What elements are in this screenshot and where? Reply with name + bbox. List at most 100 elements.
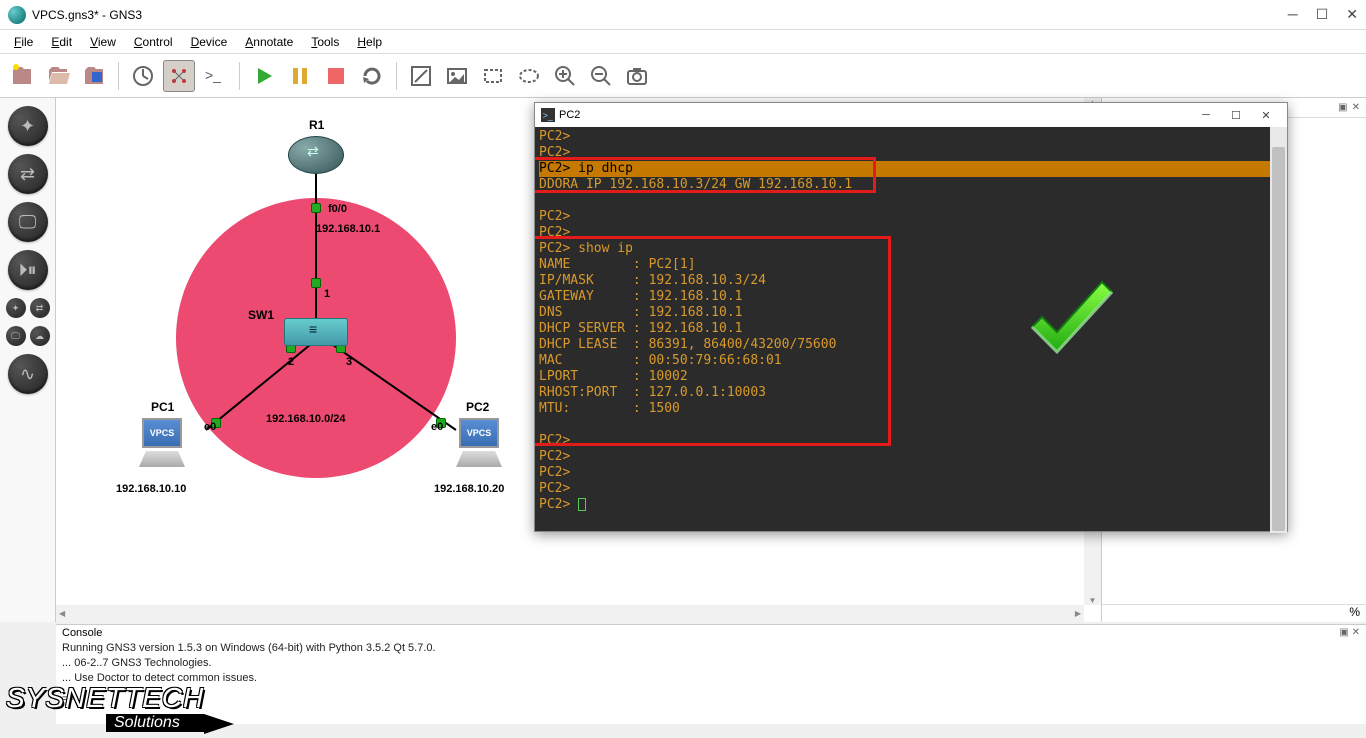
menu-file[interactable]: File bbox=[6, 33, 41, 51]
panel-close-icon[interactable]: ✕ bbox=[1352, 102, 1360, 113]
menu-device[interactable]: Device bbox=[183, 33, 236, 51]
terminal-close-button[interactable]: ✕ bbox=[1251, 109, 1281, 122]
start-all-icon[interactable] bbox=[248, 60, 280, 92]
checkmark-icon bbox=[1017, 277, 1127, 367]
close-button[interactable]: ✕ bbox=[1346, 6, 1358, 23]
terminal-window[interactable]: >_ PC2 ─ ☐ ✕ PC2> PC2> PC2> ip dhcp DDOR… bbox=[534, 102, 1288, 532]
terminal-line: DHCP SERVER : 192.168.10.1 bbox=[539, 321, 1283, 337]
r1-port-label: f0/0 bbox=[328, 203, 347, 215]
zoom-in-icon[interactable] bbox=[549, 60, 581, 92]
terminal-line: PC2> bbox=[539, 465, 1283, 481]
terminal-scrollbar[interactable] bbox=[1270, 127, 1287, 533]
menu-help[interactable]: Help bbox=[349, 33, 390, 51]
dock-sm1-icon[interactable]: ✦ bbox=[6, 298, 26, 318]
open-project-icon[interactable] bbox=[42, 60, 74, 92]
terminal-minimize-button[interactable]: ─ bbox=[1191, 109, 1221, 121]
watermark: SYSNETTECH Solutions bbox=[6, 682, 204, 732]
dock-sm2-icon[interactable]: ⇄ bbox=[30, 298, 50, 318]
terminal-dhcp-cmd: PC2> ip dhcp bbox=[539, 161, 1283, 177]
app-icon bbox=[8, 6, 26, 24]
sw1-p1-label: 1 bbox=[324, 288, 330, 300]
dock-sm4-icon[interactable]: ☁ bbox=[30, 326, 50, 346]
console-line: Running GNS3 version 1.5.3 on Windows (6… bbox=[62, 641, 1360, 656]
dock-switches-icon[interactable]: ⇄ bbox=[8, 154, 48, 194]
pc2-ip-label: 192.168.10.20 bbox=[434, 483, 504, 495]
terminal-prompt: PC2> bbox=[539, 497, 1283, 513]
console-line: ... Use Doctor to detect common issues. bbox=[62, 671, 1360, 686]
device-dock: ✦ ⇄ 🖵 ⏵⏸ ✦ ⇄ 🖵 ☁ ∿ bbox=[0, 98, 56, 622]
zoom-indicator: % bbox=[1102, 604, 1366, 622]
menu-edit[interactable]: Edit bbox=[43, 33, 80, 51]
terminal-line: MTU: : 1500 bbox=[539, 401, 1283, 417]
terminal-line: PC2> bbox=[539, 129, 1283, 145]
show-connections-icon[interactable] bbox=[163, 60, 195, 92]
subnet-label: 192.168.10.0/24 bbox=[266, 413, 346, 425]
pc1-label: PC1 bbox=[151, 400, 174, 414]
console-prompt[interactable]: => bbox=[62, 692, 1360, 707]
window-titlebar: VPCS.gns3* - GNS3 ─ ☐ ✕ bbox=[0, 0, 1366, 30]
terminal-line: RHOST:PORT : 127.0.0.1:10003 bbox=[539, 385, 1283, 401]
pc1-ip-label: 192.168.10.10 bbox=[116, 483, 186, 495]
sw1-label: SW1 bbox=[248, 308, 274, 322]
r1-ip-label: 192.168.10.1 bbox=[316, 223, 380, 235]
console-all-icon[interactable]: >_ bbox=[199, 60, 231, 92]
terminal-line: GATEWAY : 192.168.10.1 bbox=[539, 289, 1283, 305]
stop-all-icon[interactable] bbox=[320, 60, 352, 92]
pc1-port-label: e0 bbox=[204, 421, 216, 433]
minimize-button[interactable]: ─ bbox=[1288, 6, 1298, 23]
maximize-button[interactable]: ☐ bbox=[1316, 6, 1329, 23]
terminal-maximize-button[interactable]: ☐ bbox=[1221, 109, 1251, 122]
menu-tools[interactable]: Tools bbox=[303, 33, 347, 51]
terminal-line: PC2> bbox=[539, 145, 1283, 161]
new-project-icon[interactable] bbox=[6, 60, 38, 92]
canvas-scrollbar-h[interactable] bbox=[56, 605, 1084, 622]
dock-end-devices-icon[interactable]: 🖵 bbox=[8, 202, 48, 242]
link-r1-sw1[interactable] bbox=[315, 168, 317, 323]
r1-label: R1 bbox=[309, 118, 324, 132]
terminal-body[interactable]: PC2> PC2> PC2> ip dhcp DDORA IP 192.168.… bbox=[535, 127, 1287, 533]
svg-text:>_: >_ bbox=[543, 111, 553, 121]
dock-security-icon[interactable]: ⏵⏸ bbox=[8, 250, 48, 290]
pc2-label: PC2 bbox=[466, 400, 489, 414]
pc2-node[interactable]: VPCS bbox=[451, 418, 507, 470]
console-panel: Console ▣ ✕ Running GNS3 version 1.5.3 o… bbox=[56, 624, 1366, 724]
annotate-rect-icon[interactable] bbox=[477, 60, 509, 92]
annotate-ellipse-icon[interactable] bbox=[513, 60, 545, 92]
pc1-node[interactable]: VPCS bbox=[134, 418, 190, 470]
terminal-line: PC2> bbox=[539, 449, 1283, 465]
menu-control[interactable]: Control bbox=[126, 33, 181, 51]
screenshot-icon[interactable] bbox=[621, 60, 653, 92]
switch-sw1[interactable] bbox=[284, 318, 348, 346]
menu-annotate[interactable]: Annotate bbox=[237, 33, 301, 51]
svg-text:>_: >_ bbox=[205, 67, 221, 83]
menu-view[interactable]: View bbox=[82, 33, 124, 51]
snapshot-icon[interactable] bbox=[127, 60, 159, 92]
terminal-line: LPORT : 10002 bbox=[539, 369, 1283, 385]
terminal-line: PC2> bbox=[539, 225, 1283, 241]
panel-float-icon[interactable]: ▣ bbox=[1338, 102, 1347, 113]
window-title: VPCS.gns3* - GNS3 bbox=[32, 8, 1288, 22]
dock-sm3-icon[interactable]: 🖵 bbox=[6, 326, 26, 346]
router-r1[interactable] bbox=[288, 136, 344, 174]
sw1-p3-label: 3 bbox=[346, 356, 352, 368]
console-float-icon[interactable]: ▣ bbox=[1339, 627, 1348, 638]
terminal-line: MAC : 00:50:79:66:68:01 bbox=[539, 353, 1283, 369]
pc2-port-label: e0 bbox=[431, 421, 443, 433]
save-project-icon[interactable] bbox=[78, 60, 110, 92]
zoom-out-icon[interactable] bbox=[585, 60, 617, 92]
terminal-line: DNS : 192.168.10.1 bbox=[539, 305, 1283, 321]
terminal-icon: >_ bbox=[541, 108, 555, 122]
reload-all-icon[interactable] bbox=[356, 60, 388, 92]
terminal-line: NAME : PC2[1] bbox=[539, 257, 1283, 273]
console-line: ... 06-2..7 GNS3 Technologies. bbox=[62, 656, 1360, 671]
annotate-note-icon[interactable] bbox=[405, 60, 437, 92]
annotate-image-icon[interactable] bbox=[441, 60, 473, 92]
console-close-icon[interactable]: ✕ bbox=[1352, 627, 1360, 638]
terminal-title: PC2 bbox=[559, 109, 580, 121]
pause-all-icon[interactable] bbox=[284, 60, 316, 92]
dock-routers-icon[interactable]: ✦ bbox=[8, 106, 48, 146]
terminal-titlebar[interactable]: >_ PC2 ─ ☐ ✕ bbox=[535, 103, 1287, 127]
watermark-bot: Solutions bbox=[106, 714, 204, 732]
port-dot bbox=[311, 203, 321, 213]
dock-link-icon[interactable]: ∿ bbox=[8, 354, 48, 394]
